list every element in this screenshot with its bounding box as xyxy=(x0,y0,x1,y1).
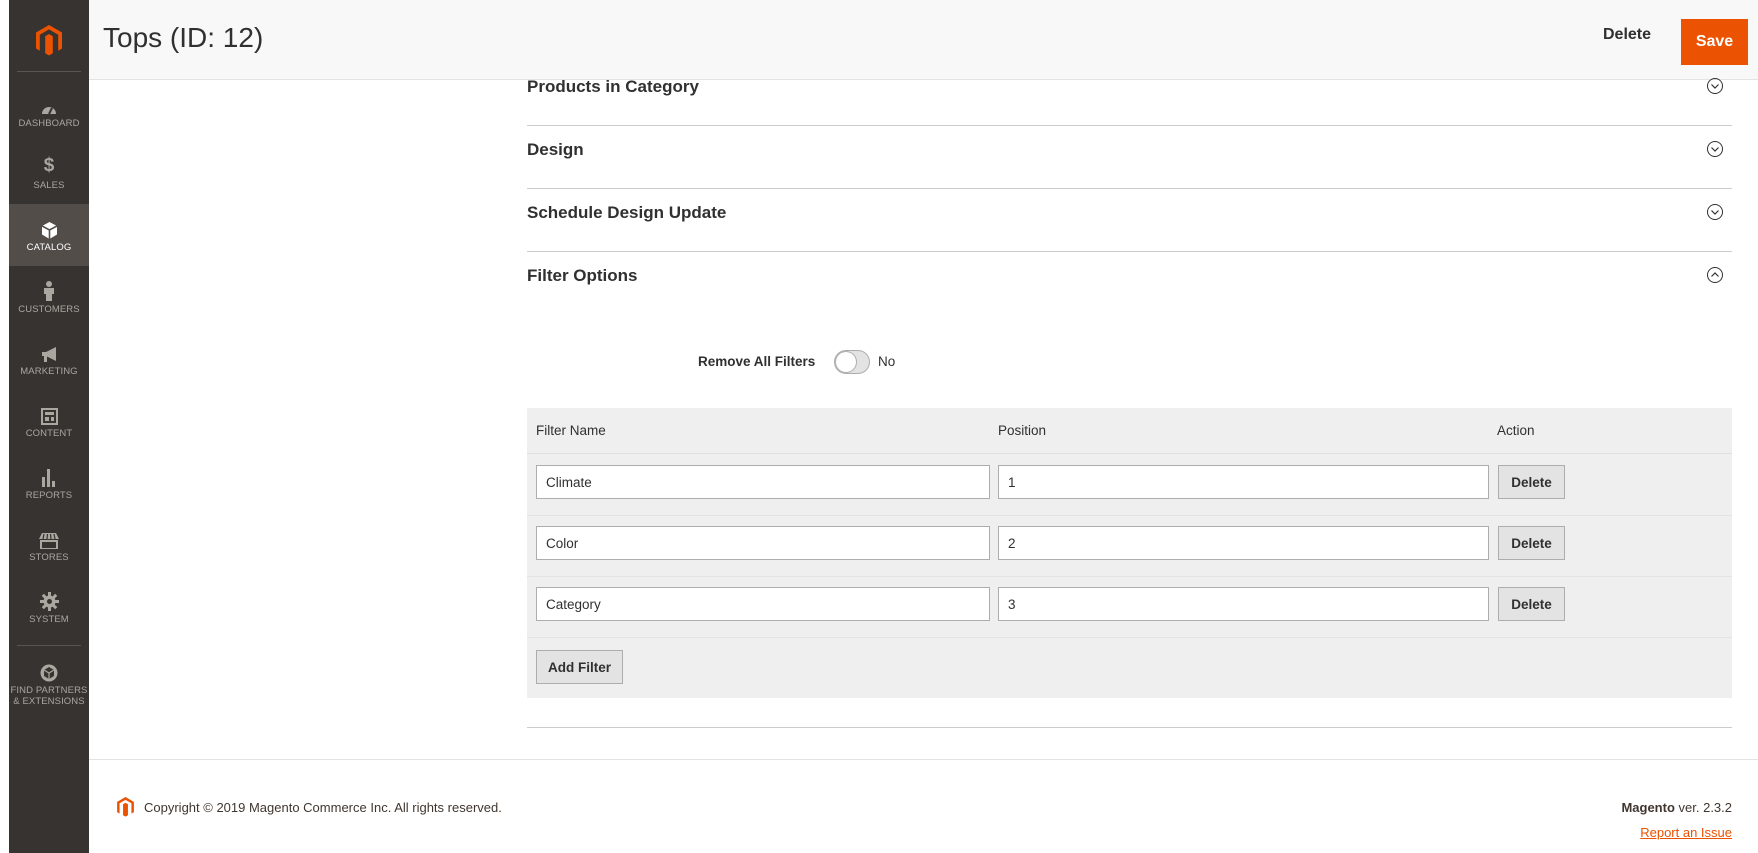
remove-all-filters-toggle[interactable] xyxy=(834,350,870,374)
filter-grid: Filter Name Position Action Climate 1 De… xyxy=(527,408,1732,698)
remove-all-filters-value: No xyxy=(878,354,896,369)
cube-icon xyxy=(41,217,57,239)
magento-logo-icon xyxy=(117,797,134,817)
brand-name: Magento xyxy=(1621,800,1675,815)
section-products-in-category[interactable]: Products in Category xyxy=(527,63,1732,126)
megaphone-icon xyxy=(40,341,58,363)
layout-icon xyxy=(40,403,58,425)
table-row: Category 3 Delete xyxy=(527,577,1732,638)
section-title: Products in Category xyxy=(527,77,699,96)
sidebar-item-marketing[interactable]: MARKETING xyxy=(9,328,89,390)
sidebar-item-sales[interactable]: $ SALES xyxy=(9,142,89,204)
filter-name-input[interactable]: Color xyxy=(536,526,990,560)
column-header-action: Action xyxy=(1497,423,1535,438)
grid-header: Filter Name Position Action xyxy=(527,408,1732,454)
table-row: Color 2 Delete xyxy=(527,516,1732,577)
dollar-icon: $ xyxy=(43,155,55,176)
sidebar-item-find-partners[interactable]: FIND PARTNERS & EXTENSIONS xyxy=(9,650,89,716)
delete-filter-button[interactable]: Delete xyxy=(1498,465,1565,499)
sidebar-item-catalog[interactable]: CATALOG xyxy=(9,204,89,266)
remove-all-filters-label: Remove All Filters xyxy=(698,354,816,369)
sidebar-item-customers[interactable]: CUSTOMERS xyxy=(9,266,89,328)
chevron-down-icon xyxy=(1707,78,1723,94)
sidebar-item-label-line2: & EXTENSIONS xyxy=(13,695,85,707)
version-number: ver. 2.3.2 xyxy=(1674,800,1732,815)
table-row: Climate 1 Delete xyxy=(527,455,1732,516)
section-title: Design xyxy=(527,140,584,159)
sidebar-item-label: MARKETING xyxy=(20,366,78,377)
section-design[interactable]: Design xyxy=(527,126,1732,189)
section-title: Filter Options xyxy=(527,266,638,285)
admin-page: DASHBOARD $ SALES CATALOG CUSTOMERS MARK… xyxy=(0,0,1758,853)
copyright-text: Copyright © 2019 Magento Commerce Inc. A… xyxy=(144,800,502,815)
delete-button[interactable]: Delete xyxy=(1603,26,1651,44)
sidebar-item-content[interactable]: CONTENT xyxy=(9,390,89,452)
sidebar-item-label: CATALOG xyxy=(26,242,72,253)
add-filter-button[interactable]: Add Filter xyxy=(536,650,623,684)
sidebar-item-label: CUSTOMERS xyxy=(18,304,80,315)
sidebar-item-label: CONTENT xyxy=(25,428,73,439)
section-title: Schedule Design Update xyxy=(527,203,727,222)
delete-filter-button[interactable]: Delete xyxy=(1498,526,1565,560)
delete-filter-button[interactable]: Delete xyxy=(1498,587,1565,621)
sidebar-divider xyxy=(17,71,81,72)
filter-name-input[interactable]: Category xyxy=(536,587,990,621)
sidebar-item-reports[interactable]: REPORTS xyxy=(9,452,89,514)
chevron-down-icon xyxy=(1707,204,1723,220)
section-filter-options[interactable]: Filter Options xyxy=(527,252,1732,315)
storefront-icon xyxy=(39,527,59,549)
sidebar-item-label: DASHBOARD xyxy=(18,118,80,129)
page-title: Tops (ID: 12) xyxy=(103,22,264,53)
sidebar-divider xyxy=(17,645,81,646)
section-divider xyxy=(527,727,1732,728)
magento-logo[interactable] xyxy=(9,0,89,80)
admin-sidebar: DASHBOARD $ SALES CATALOG CUSTOMERS MARK… xyxy=(9,0,89,853)
filter-position-input[interactable]: 2 xyxy=(998,526,1489,560)
bar-chart-icon xyxy=(41,465,57,487)
dashboard-icon xyxy=(41,93,57,115)
filter-position-input[interactable]: 3 xyxy=(998,587,1489,621)
sidebar-item-label: SALES xyxy=(33,180,65,191)
person-icon xyxy=(43,279,55,301)
filter-position-input[interactable]: 1 xyxy=(998,465,1489,499)
sidebar-item-system[interactable]: SYSTEM xyxy=(9,576,89,638)
partners-box-icon xyxy=(40,660,58,682)
gear-icon xyxy=(39,589,59,611)
column-header-filter-name: Filter Name xyxy=(536,423,606,438)
section-schedule-design-update[interactable]: Schedule Design Update xyxy=(527,189,1732,252)
page-footer: Copyright © 2019 Magento Commerce Inc. A… xyxy=(89,759,1758,853)
chevron-down-icon xyxy=(1707,141,1723,157)
magento-logo-icon xyxy=(36,24,62,55)
sidebar-item-label: FIND PARTNERS xyxy=(10,684,88,696)
toggle-knob xyxy=(836,352,856,372)
sidebar-item-stores[interactable]: STORES xyxy=(9,514,89,576)
chevron-up-icon xyxy=(1707,267,1723,283)
sidebar-item-label: STORES xyxy=(29,552,69,563)
sidebar-item-dashboard[interactable]: DASHBOARD xyxy=(9,80,89,142)
filter-name-input[interactable]: Climate xyxy=(536,465,990,499)
sidebar-item-label: REPORTS xyxy=(25,490,73,501)
save-button[interactable]: Save xyxy=(1681,19,1748,65)
column-header-position: Position xyxy=(998,423,1047,438)
version-text: Magento ver. 2.3.2 xyxy=(1621,800,1732,815)
report-issue-link[interactable]: Report an Issue xyxy=(1640,825,1732,840)
sidebar-item-label: SYSTEM xyxy=(29,614,69,625)
